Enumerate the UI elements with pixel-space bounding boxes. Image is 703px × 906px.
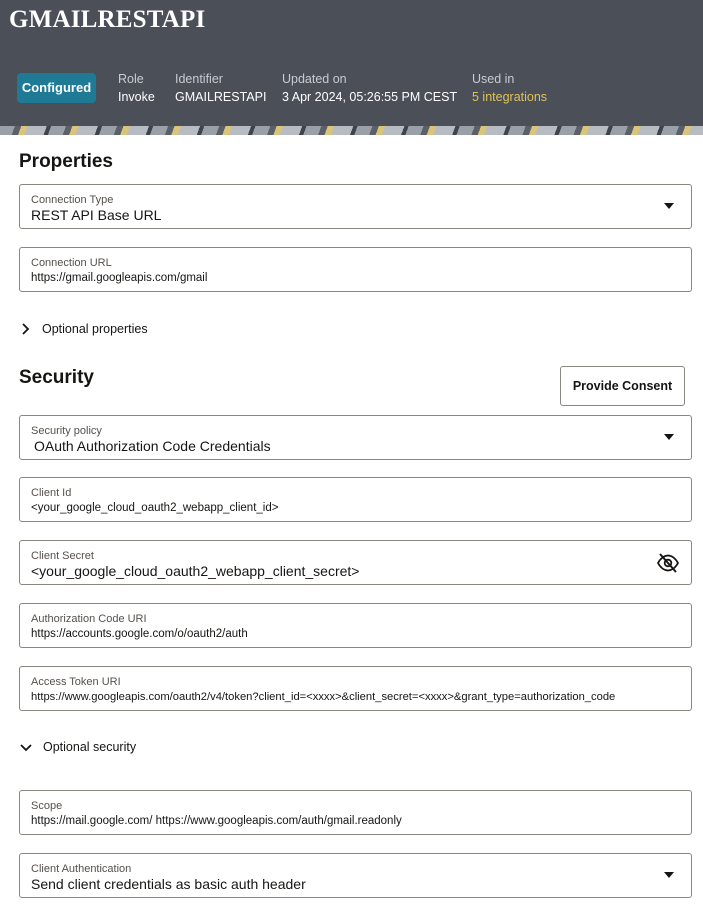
properties-heading: Properties <box>19 151 113 172</box>
client-id-field[interactable]: Client Id <your_google_cloud_oauth2_weba… <box>19 477 692 522</box>
access-token-uri-value: https://www.googleapis.com/oauth2/v4/tok… <box>31 691 616 703</box>
meta-updated-label: Updated on <box>282 72 347 86</box>
scope-label: Scope <box>31 800 63 812</box>
authorization-code-uri-label: Authorization Code URI <box>31 613 147 625</box>
client-secret-field[interactable]: Client Secret <your_google_cloud_oauth2_… <box>19 540 692 585</box>
connection-url-field[interactable]: Connection URL https://gmail.googleapis.… <box>19 247 692 292</box>
client-secret-value: <your_google_cloud_oauth2_webapp_client_… <box>31 563 360 579</box>
authorization-code-uri-field[interactable]: Authorization Code URI https://accounts.… <box>19 603 692 648</box>
status-badge: Configured <box>17 73 96 103</box>
access-token-uri-label: Access Token URI <box>31 676 121 688</box>
page-header: GMAILRESTAPI Configured Role Invoke Iden… <box>0 0 703 126</box>
client-id-label: Client Id <box>31 487 72 499</box>
connection-type-select[interactable]: Connection Type REST API Base URL <box>19 184 692 229</box>
scope-field[interactable]: Scope https://mail.google.com/ https://w… <box>19 790 692 835</box>
security-policy-select[interactable]: Security policy OAuth Authorization Code… <box>19 415 692 460</box>
eye-slash-icon[interactable] <box>656 552 680 574</box>
chevron-right-icon <box>22 323 30 335</box>
client-id-value: <your_google_cloud_oauth2_webapp_client_… <box>31 502 279 514</box>
security-policy-value: OAuth Authorization Code Credentials <box>34 438 271 454</box>
meta-used-in-label: Used in <box>472 72 515 86</box>
scope-value: https://mail.google.com/ https://www.goo… <box>31 815 402 827</box>
meta-role-value: Invoke <box>118 90 155 104</box>
connection-url-value: https://gmail.googleapis.com/gmail <box>31 272 208 284</box>
optional-properties-label: Optional properties <box>42 322 148 336</box>
meta-identifier: Identifier GMAILRESTAPI <box>175 72 266 104</box>
meta-updated-value: 3 Apr 2024, 05:26:55 PM CEST <box>282 90 458 104</box>
access-token-uri-field[interactable]: Access Token URI https://www.googleapis.… <box>19 666 692 711</box>
client-secret-label: Client Secret <box>31 550 94 562</box>
authorization-code-uri-value: https://accounts.google.com/o/oauth2/aut… <box>31 628 248 640</box>
optional-security-toggle[interactable]: Optional security <box>20 737 136 757</box>
provide-consent-button[interactable]: Provide Consent <box>560 366 685 406</box>
meta-identifier-label: Identifier <box>175 72 223 86</box>
security-heading: Security <box>19 367 94 388</box>
meta-updated: Updated on 3 Apr 2024, 05:26:55 PM CEST <box>282 72 457 104</box>
chevron-down-icon <box>664 434 674 440</box>
client-authentication-select[interactable]: Client Authentication Send client creden… <box>19 853 692 898</box>
header-banner <box>0 126 703 135</box>
connection-type-label: Connection Type <box>31 194 114 206</box>
used-in-link[interactable]: 5 integrations <box>472 90 547 104</box>
meta-role-label: Role <box>118 72 144 86</box>
connection-type-value: REST API Base URL <box>31 207 162 223</box>
optional-security-label: Optional security <box>43 740 137 754</box>
chevron-down-icon <box>664 203 674 209</box>
connection-url-label: Connection URL <box>31 257 112 269</box>
page-title: GMAILRESTAPI <box>9 6 206 33</box>
security-policy-label: Security policy <box>31 425 102 437</box>
chevron-down-icon <box>664 872 674 878</box>
client-authentication-label: Client Authentication <box>31 863 132 875</box>
client-authentication-value: Send client credentials as basic auth he… <box>31 876 306 892</box>
chevron-down-icon <box>20 743 32 751</box>
optional-properties-toggle[interactable]: Optional properties <box>20 319 148 339</box>
meta-identifier-value: GMAILRESTAPI <box>175 90 267 104</box>
meta-role: Role Invoke <box>118 72 155 104</box>
meta-used-in: Used in 5 integrations <box>472 72 547 104</box>
